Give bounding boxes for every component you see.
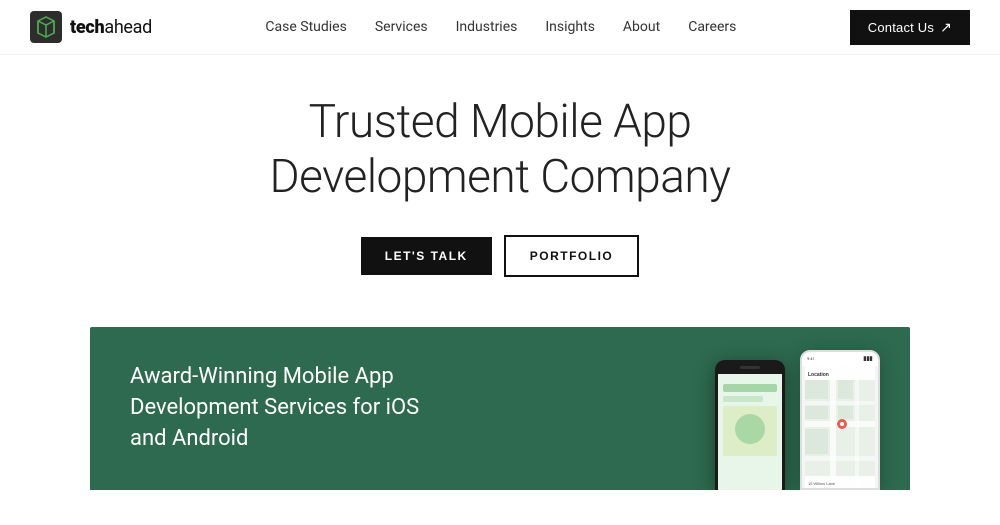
nav-about[interactable]: About: [623, 19, 660, 35]
logo-text: techahead: [70, 17, 152, 38]
logo[interactable]: techahead: [30, 11, 152, 43]
contact-button[interactable]: Contact Us ↗: [850, 10, 970, 45]
nav-services[interactable]: Services: [375, 19, 428, 35]
hero-buttons: LET'S TALK PORTFOLIO: [361, 235, 639, 277]
svg-text:15 Willow Lane: 15 Willow Lane: [808, 481, 836, 486]
nav-industries[interactable]: Industries: [456, 19, 518, 35]
nav-insights[interactable]: Insights: [545, 19, 595, 35]
green-section-text: Award-Winning Mobile App Development Ser…: [90, 327, 470, 489]
svg-text:Location: Location: [808, 372, 829, 378]
header: techahead Case Studies Services Industri…: [0, 0, 1000, 55]
svg-text:9:41: 9:41: [721, 377, 730, 382]
phone-dark-mockup: 9:41: [715, 360, 785, 490]
hero-title: Trusted Mobile App Development Company: [200, 95, 800, 205]
nav-careers[interactable]: Careers: [688, 19, 736, 35]
contact-arrow-icon: ↗: [940, 19, 952, 36]
phone-white-screen: Location 15 Willow Lane: [805, 366, 875, 488]
green-section-wrapper: Award-Winning Mobile App Development Ser…: [0, 327, 1000, 489]
lets-talk-button[interactable]: LET'S TALK: [361, 237, 492, 275]
phone-dark-screen: 9:41: [718, 374, 782, 490]
phone-status-bar: 9:41 ▊▊▊: [802, 352, 878, 366]
main-nav: Case Studies Services Industries Insight…: [265, 19, 736, 35]
green-section-title: Award-Winning Mobile App Development Ser…: [130, 362, 430, 454]
logo-icon: [30, 11, 62, 43]
contact-button-label: Contact Us: [868, 20, 934, 35]
portfolio-button[interactable]: PORTFOLIO: [504, 235, 640, 277]
green-section: Award-Winning Mobile App Development Ser…: [90, 327, 910, 489]
phones-container: 9:41 9:41 ▊▊▊: [715, 350, 880, 490]
hero-section: Trusted Mobile App Development Company L…: [0, 55, 1000, 327]
phone-white-mockup: 9:41 ▊▊▊: [800, 350, 880, 490]
nav-case-studies[interactable]: Case Studies: [265, 19, 346, 35]
